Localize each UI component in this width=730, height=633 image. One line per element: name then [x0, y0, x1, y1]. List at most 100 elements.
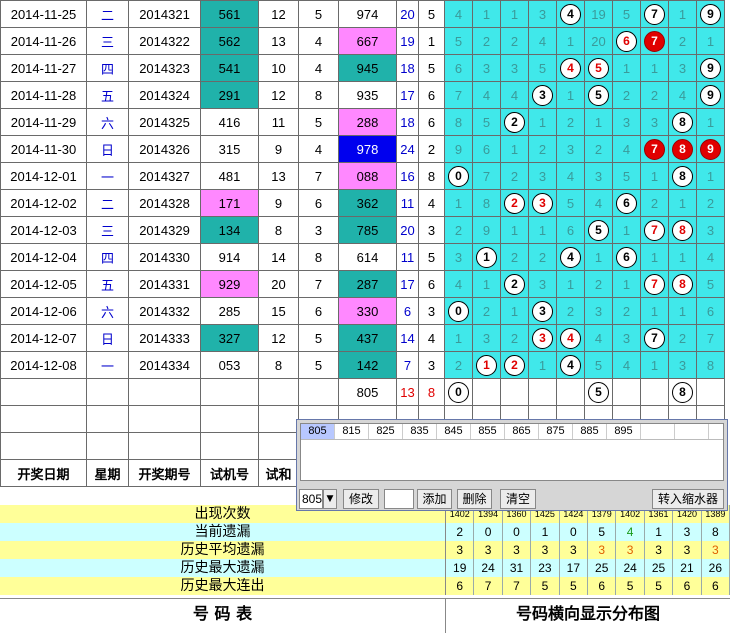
test-number-item[interactable]: 825	[369, 424, 403, 439]
issue-cell: 2014330	[128, 243, 201, 271]
blank-cell	[128, 405, 201, 433]
date-cell: 2014-12-01	[0, 162, 87, 190]
stat-value: 7	[503, 577, 532, 595]
dist-cell-9: 9	[696, 135, 725, 163]
dist-cell-7: 7	[640, 27, 669, 55]
weekday-cell: 三	[86, 216, 129, 244]
test-number-item[interactable]: 875	[539, 424, 573, 439]
test-number-item[interactable]: 885	[573, 424, 607, 439]
date-cell: 2014-11-27	[0, 54, 87, 82]
dist-cell-6: 4	[612, 351, 641, 379]
dist-cell-8: 2	[668, 27, 697, 55]
dist-cell-6: 1	[612, 270, 641, 298]
number-ball: 5	[588, 219, 609, 241]
draw-number-cell: 291	[200, 81, 259, 109]
span-cell: 7	[298, 162, 339, 190]
stat-value: 6	[673, 577, 702, 595]
test-number-item[interactable]: 855	[471, 424, 505, 439]
test-number-cell: 330	[338, 297, 397, 325]
test-number-cell: 978	[338, 135, 397, 163]
number-ball: 8	[672, 165, 693, 187]
dist-cell-3: 4	[528, 27, 557, 55]
dist-cell-2: 2	[500, 270, 529, 298]
number-input[interactable]	[384, 489, 414, 509]
sum-cell: 11	[258, 108, 299, 136]
test-span-cell: 1	[418, 27, 445, 55]
test-number-item[interactable]: 895	[607, 424, 641, 439]
test-span-cell: 3	[418, 216, 445, 244]
dist-cell-4: 2	[556, 297, 585, 325]
draw-number-cell: 315	[200, 135, 259, 163]
dist-cell-5: 5	[584, 216, 613, 244]
stat-value: 26	[702, 559, 730, 577]
dist-cell-0: 0	[444, 378, 473, 406]
test-number-item[interactable]: 865	[505, 424, 539, 439]
header-date: 开奖日期	[0, 459, 87, 487]
clear-button[interactable]: 清空	[500, 489, 536, 509]
number-ball: 0	[448, 300, 469, 322]
table-row: 2014-11-25 二 2014321 561 12 5 974 20 5 4 1 1 3 4 19 5 7 1…	[0, 0, 725, 28]
draw-number-cell: 562	[200, 27, 259, 55]
date-cell: 2014-12-07	[0, 324, 87, 352]
stat-value: 5	[588, 523, 617, 541]
stat-value: 25	[588, 559, 617, 577]
stat-value: 0	[474, 523, 503, 541]
number-ball: 4	[560, 246, 581, 268]
test-sum-cell: 6	[396, 297, 419, 325]
test-span-cell: 5	[418, 0, 445, 28]
test-number-item[interactable]: 835	[403, 424, 437, 439]
blank-cell	[200, 405, 259, 433]
dist-cell-6: 2	[612, 81, 641, 109]
edit-button[interactable]: 修改	[343, 489, 379, 509]
delete-button[interactable]: 删除	[457, 489, 492, 509]
test-number-item[interactable]: 815	[335, 424, 369, 439]
number-ball: 8	[672, 219, 693, 241]
test-number-cell: 287	[338, 270, 397, 298]
dist-cell-9: 9	[696, 54, 725, 82]
dist-cell-1: 3	[472, 324, 501, 352]
dist-cell-8: 8	[668, 108, 697, 136]
dist-cell-4: 1	[556, 270, 585, 298]
test-number-cell: 088	[338, 162, 397, 190]
test-number-item[interactable]: 845	[437, 424, 471, 439]
dist-cell-3: 1	[528, 351, 557, 379]
stat-value: 3	[560, 541, 589, 559]
dist-cell-6: 1	[612, 216, 641, 244]
add-button[interactable]: 添加	[417, 489, 452, 509]
number-ball: 9	[700, 3, 721, 25]
test-number-item[interactable]	[641, 424, 675, 439]
dist-cell-5: 2	[584, 135, 613, 163]
stat-value: 5	[531, 577, 560, 595]
dist-cell-1: 3	[472, 54, 501, 82]
issue-cell: 2014331	[128, 270, 201, 298]
dist-cell-5: 5	[584, 81, 613, 109]
dist-cell-6: 6	[612, 243, 641, 271]
issue-cell: 2014332	[128, 297, 201, 325]
to-shrinker-button[interactable]: 转入缩水器	[652, 489, 724, 509]
test-number-list[interactable]: 805 815 825 835 845 855 865 875 885 895	[300, 423, 724, 481]
chevron-down-icon[interactable]: ▼	[323, 489, 337, 509]
stat-value: 3	[588, 541, 617, 559]
dist-cell-1: 7	[472, 162, 501, 190]
span-cell: 4	[298, 27, 339, 55]
stat-row: 历史最大连出 6 7 7 5 5 6 5 5 6 6	[0, 577, 730, 595]
number-ball: 3	[532, 327, 553, 349]
test-number-cell: 945	[338, 54, 397, 82]
stat-value: 5	[560, 577, 589, 595]
stat-value: 5	[645, 577, 674, 595]
dist-cell-1: 4	[472, 81, 501, 109]
number-table: 2014-11-25 二 2014321 561 12 5 974 20 5 4 1 1 3 4 19 5 7 1…	[0, 0, 725, 487]
test-span-cell: 4	[418, 189, 445, 217]
dist-cell-8: 3	[668, 54, 697, 82]
test-sum-cell: 11	[396, 243, 419, 271]
table-row: 2014-12-03 三 2014329 134 8 3 785 20 3 2 9 1 1 6 5 1 7 8 3	[0, 216, 725, 244]
test-number-item[interactable]	[675, 424, 709, 439]
date-cell: 2014-12-02	[0, 189, 87, 217]
test-number-select[interactable]: 805	[299, 489, 323, 509]
dist-cell-4: 4	[556, 351, 585, 379]
dist-cell-2: 2	[500, 27, 529, 55]
issue-cell: 2014334	[128, 351, 201, 379]
date-cell: 2014-12-04	[0, 243, 87, 271]
test-number-item[interactable]: 805	[301, 424, 335, 439]
weekday-cell: 五	[86, 270, 129, 298]
